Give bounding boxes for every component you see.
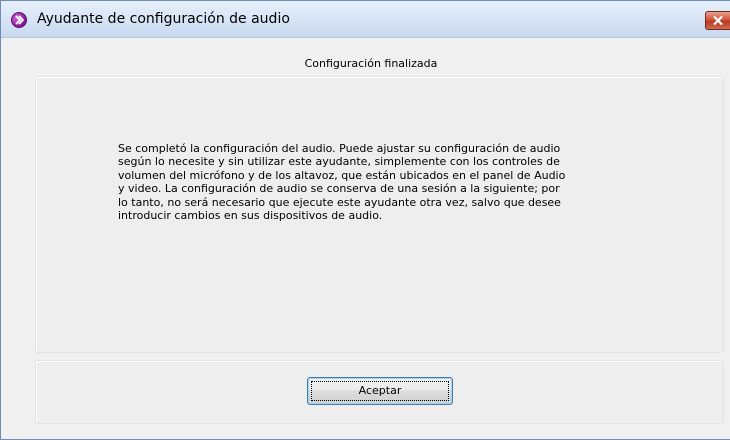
audio-setup-wizard-window: Ayudante de configuración de audio Confi…: [0, 0, 730, 440]
message-line: introducir cambios en sus dispositivos d…: [118, 209, 383, 223]
window-title: Ayudante de configuración de audio: [37, 11, 290, 27]
chevron-right-icon: [11, 12, 27, 28]
accept-button-label: Aceptar: [358, 384, 402, 397]
title-bar[interactable]: Ayudante de configuración de audio: [1, 1, 730, 38]
message-line: y video. La configuración de audio se co…: [118, 182, 560, 196]
message-line: según lo necesite y sin utilizar este ay…: [118, 155, 560, 169]
close-icon: [713, 15, 723, 26]
message-line: Se completó la configuración del audio. …: [118, 142, 561, 155]
message-panel: Se completó la configuración del audio. …: [35, 76, 724, 353]
button-panel: Aceptar: [35, 360, 724, 424]
message-line: volumen del micrófono y de los altavoz, …: [118, 168, 566, 182]
page-heading: Configuración finalizada: [304, 57, 438, 70]
message-line: lo tanto, no será necesario que ejecute …: [118, 195, 561, 209]
completion-message: Se completó la configuración del audio. …: [118, 142, 663, 222]
accept-button[interactable]: Aceptar: [307, 377, 453, 405]
close-button[interactable]: [705, 11, 730, 30]
